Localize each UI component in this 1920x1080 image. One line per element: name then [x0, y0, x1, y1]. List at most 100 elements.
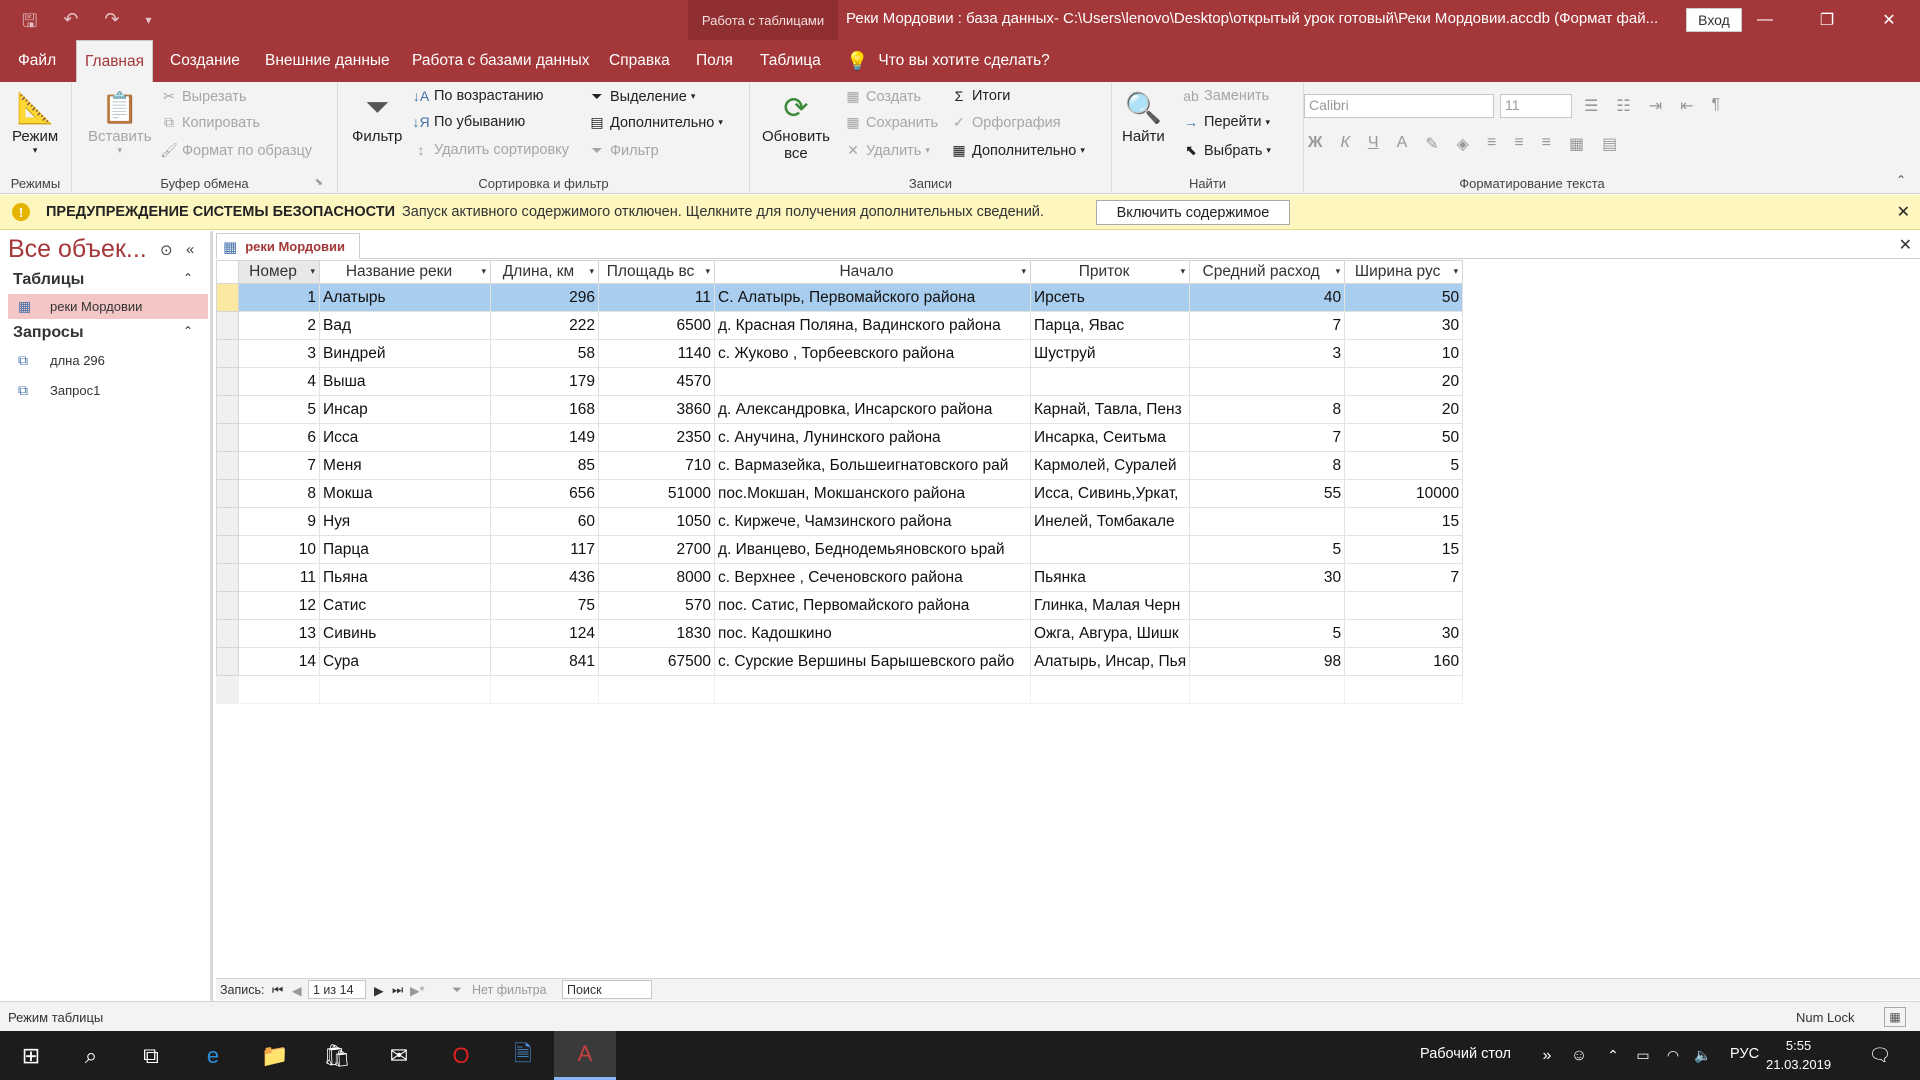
table-cell[interactable]: 2 — [238, 311, 320, 340]
table-cell[interactable]: Ожга, Авгура, Шишк — [1029, 619, 1191, 648]
table-cell[interactable] — [598, 675, 715, 704]
table-cell[interactable]: 40 — [1189, 283, 1346, 312]
table-cell[interactable]: Сатис — [319, 591, 491, 620]
nav-collapse-icon[interactable]: « — [186, 241, 194, 258]
record-selector[interactable] — [216, 367, 239, 396]
more-records-button[interactable]: ▦ Дополнительно ▾ — [950, 142, 1085, 159]
word-document-icon[interactable]: 🗎 — [492, 1031, 554, 1080]
table-row[interactable]: 11 Пьяна 436 8000 с. Верхнее , Сеченовского … — [216, 563, 1464, 592]
table-cell[interactable]: 2350 — [598, 423, 715, 452]
table-cell[interactable]: 6 — [238, 423, 320, 452]
tab-help[interactable]: Справка — [601, 40, 678, 82]
tab-table[interactable]: Таблица — [752, 40, 829, 82]
table-cell[interactable]: 6500 — [598, 311, 715, 340]
table-cell[interactable]: 10000 — [1344, 479, 1464, 508]
table-row[interactable]: 9 Нуя 60 1050 с. Киржече, Чамзинского района… — [216, 507, 1464, 536]
record-selector[interactable] — [216, 619, 239, 648]
task-view-icon[interactable]: ⧉ — [120, 1031, 182, 1080]
table-cell[interactable]: д. Иванцево, Беднодемьяновского ьрай — [714, 535, 1031, 564]
align-right-icon[interactable]: ≡ — [1542, 134, 1551, 154]
table-cell[interactable]: 8 — [238, 479, 320, 508]
refresh-all-button[interactable]: ⟳ Обновить все — [762, 88, 830, 163]
format-painter-button[interactable]: 🖌 Формат по образцу — [160, 142, 312, 159]
enable-content-button[interactable]: Включить содержимое — [1096, 200, 1290, 225]
table-cell[interactable]: Инелей, Томбакале — [1029, 507, 1191, 536]
new-record-row[interactable] — [216, 675, 1464, 704]
new-record-button[interactable]: ▦ Создать — [844, 88, 921, 105]
table-cell[interactable]: 149 — [490, 423, 599, 452]
desktop-toolbar-label[interactable]: Рабочий стол — [1420, 1046, 1511, 1062]
table-row[interactable]: 8 Мокша 656 51000 пос.Мокшан, Мокшанского ра… — [216, 479, 1464, 508]
table-cell[interactable]: 168 — [490, 395, 599, 424]
tab-create[interactable]: Создание — [162, 40, 248, 82]
table-cell[interactable]: 20 — [1344, 395, 1464, 424]
table-cell[interactable]: 55 — [1189, 479, 1346, 508]
table-cell[interactable]: Инсарка, Сеитьма — [1029, 423, 1191, 452]
table-cell[interactable]: пос. Кадошкино — [714, 619, 1031, 648]
table-cell[interactable]: 9 — [238, 507, 320, 536]
table-cell[interactable]: 2700 — [598, 535, 715, 564]
table-cell[interactable]: 5 — [1344, 451, 1464, 480]
table-cell[interactable]: С. Алатырь, Первомайского района — [714, 283, 1031, 312]
current-record-field[interactable]: 1 из 14 — [308, 980, 366, 999]
table-cell[interactable]: 222 — [490, 311, 599, 340]
nav-section-queries[interactable]: Запросы ⌃ — [13, 324, 203, 342]
table-cell[interactable]: с. Анучина, Лунинского района — [714, 423, 1031, 452]
table-cell[interactable]: 3 — [1189, 339, 1346, 368]
table-cell[interactable]: 15 — [1344, 535, 1464, 564]
bold-button[interactable]: Ж — [1308, 134, 1322, 154]
table-cell[interactable]: 7 — [1189, 423, 1346, 452]
table-cell[interactable]: 8 — [1189, 395, 1346, 424]
record-selector[interactable] — [216, 479, 239, 508]
bullets-icon[interactable]: ☰ — [1584, 96, 1598, 116]
column-header[interactable]: Средний расход ▾ — [1189, 260, 1346, 284]
table-cell[interactable]: Сивинь — [319, 619, 491, 648]
access-icon[interactable]: A — [554, 1031, 616, 1080]
select-all-cell[interactable] — [216, 260, 239, 284]
font-name-select[interactable]: Calibri — [1304, 94, 1494, 118]
table-cell[interactable]: 4570 — [598, 367, 715, 396]
table-row[interactable]: 1 Алатырь 296 11 С. Алатырь, Первомайского р… — [216, 283, 1464, 312]
collapse-ribbon-icon[interactable]: ⌃ — [1896, 173, 1906, 187]
close-icon[interactable]: ✕ — [1858, 0, 1920, 40]
table-cell[interactable]: 11 — [238, 563, 320, 592]
record-selector[interactable] — [216, 647, 239, 676]
table-cell[interactable]: 60 — [490, 507, 599, 536]
table-cell[interactable]: 50 — [1344, 283, 1464, 312]
record-selector[interactable] — [216, 339, 239, 368]
spelling-button[interactable]: ✓ Орфография — [950, 114, 1061, 131]
table-cell[interactable] — [714, 675, 1031, 704]
table-cell[interactable]: 124 — [490, 619, 599, 648]
column-header[interactable]: Номер ▾ — [238, 260, 320, 284]
toggle-filter-button[interactable]: ⏷ Фильтр — [588, 142, 658, 159]
table-cell[interactable]: 436 — [490, 563, 599, 592]
table-cell[interactable] — [490, 675, 599, 704]
table-row[interactable]: 5 Инсар 168 3860 д. Александровка, Инсарског… — [216, 395, 1464, 424]
table-cell[interactable]: 51000 — [598, 479, 715, 508]
close-document-icon[interactable]: ✕ — [1899, 235, 1912, 255]
next-record-icon[interactable]: ▶ — [374, 983, 384, 998]
cut-button[interactable]: ✂ Вырезать — [160, 88, 246, 105]
table-cell[interactable]: Нуя — [319, 507, 491, 536]
table-row[interactable]: 10 Парца 117 2700 д. Иванцево, Беднодемьянов… — [216, 535, 1464, 564]
table-cell[interactable]: 58 — [490, 339, 599, 368]
save-icon[interactable]: 🖫 — [22, 9, 37, 39]
table-cell[interactable]: 841 — [490, 647, 599, 676]
table-row[interactable]: 3 Виндрей 58 1140 с. Жуково , Торбеевского р… — [216, 339, 1464, 368]
table-cell[interactable]: Исса, Сивинь,Уркат, — [1029, 479, 1191, 508]
table-cell[interactable]: 7 — [1344, 563, 1464, 592]
table-cell[interactable]: Шуструй — [1029, 339, 1191, 368]
copy-button[interactable]: ⧉ Копировать — [160, 114, 260, 131]
table-cell[interactable]: Ирсеть — [1029, 283, 1191, 312]
italic-button[interactable]: К — [1340, 134, 1349, 154]
table-cell[interactable]: 10 — [1344, 339, 1464, 368]
table-cell[interactable]: Кармолей, Суралей — [1029, 451, 1191, 480]
table-cell[interactable]: 3 — [238, 339, 320, 368]
view-mode-button[interactable]: 📐 Режим ▾ — [12, 88, 58, 156]
record-selector[interactable] — [216, 535, 239, 564]
record-selector[interactable] — [216, 283, 239, 312]
sort-descending-button[interactable]: ↓Я По убыванию — [412, 114, 525, 130]
table-cell[interactable]: Алатырь, Инсар, Пья — [1029, 647, 1191, 676]
table-cell[interactable]: Инсар — [319, 395, 491, 424]
table-cell[interactable]: Парца, Явас — [1029, 311, 1191, 340]
